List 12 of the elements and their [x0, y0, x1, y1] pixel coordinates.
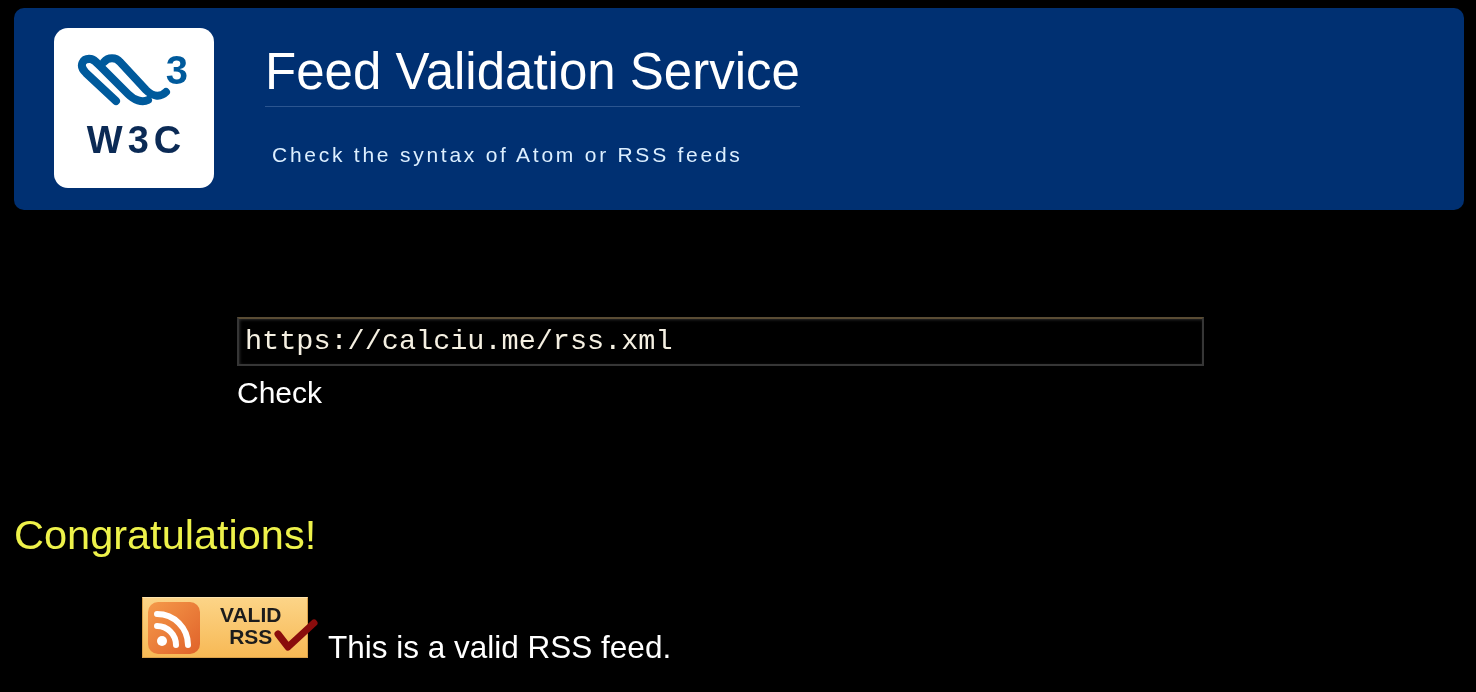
logo-superscript: 3 — [165, 48, 188, 92]
page-subtitle: Check the syntax of Atom or RSS feeds — [271, 143, 744, 167]
badge-label: RSS — [229, 626, 273, 648]
badge-label: VALID — [220, 604, 282, 626]
logo-tile[interactable]: 3 W3C — [54, 28, 214, 188]
check-button[interactable]: Check — [237, 376, 323, 410]
page-title: Feed Validation Service — [265, 43, 800, 107]
success-heading: Congratulations! — [14, 512, 317, 558]
result-message: This is a valid RSS feed. — [328, 631, 672, 663]
logo-wordmark: W3C — [85, 119, 187, 162]
url-field[interactable]: https://calciu.me/rss.xml — [237, 317, 1204, 366]
rss-feed-icon — [148, 601, 200, 654]
